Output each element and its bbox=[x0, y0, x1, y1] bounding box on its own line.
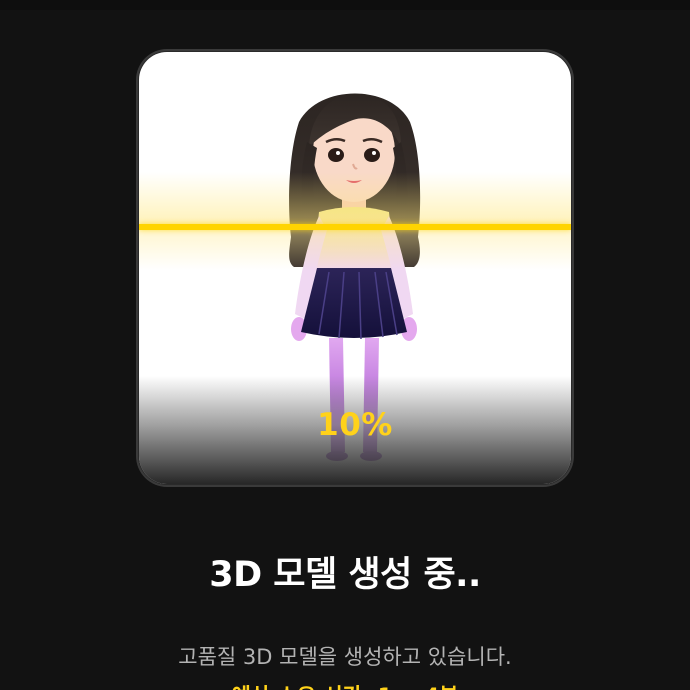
scan-line bbox=[139, 224, 571, 230]
scan-glow-below bbox=[139, 230, 571, 270]
page-title: 3D 모델 생성 중.. bbox=[209, 555, 481, 595]
top-bar bbox=[0, 0, 690, 10]
estimated-time: 예상 소요 시간: 1 ~ 4분 bbox=[0, 680, 690, 690]
scan-glow-above bbox=[139, 172, 571, 228]
model-preview-card: 10% bbox=[139, 52, 571, 484]
progress-percent: 10% bbox=[317, 407, 393, 443]
generation-screen: 10% 3D 모델 생성 중.. 고품질 3D 모델을 생성하고 있습니다. 예… bbox=[0, 0, 690, 690]
status-description: 고품질 3D 모델을 생성하고 있습니다. bbox=[178, 645, 512, 669]
